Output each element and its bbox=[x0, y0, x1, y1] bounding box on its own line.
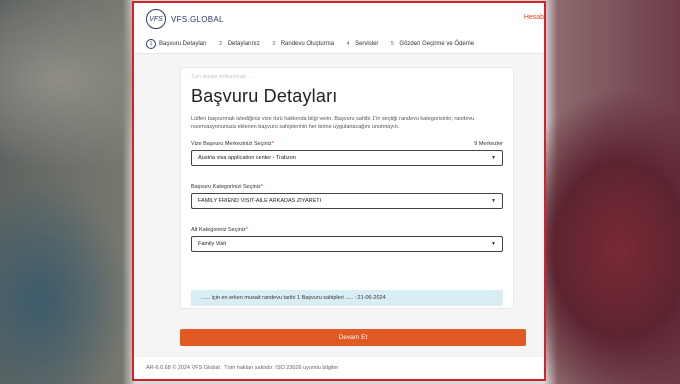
step-application-details: 1 Başvuru Detayları bbox=[146, 39, 207, 49]
vfs-logo[interactable]: VFS VFS.GLOBAL bbox=[146, 9, 224, 29]
logo-text: VFS.GLOBAL bbox=[171, 14, 224, 24]
earliest-slot-alert: ...... için en erken musait randevu tari… bbox=[191, 290, 503, 306]
step-review-payment: 5 Gözden Geçirme ve Ödeme bbox=[388, 40, 474, 48]
category-select[interactable]: FAMILY FRIEND VISIT-AILE ARKADAS ZIYARET… bbox=[191, 193, 503, 209]
step-services: 4 Servisler bbox=[344, 40, 379, 48]
center-select[interactable]: Austria visa application center - Trabzo… bbox=[191, 150, 503, 166]
required-note: Tüm alanlar doldurulmalı ... bbox=[191, 74, 252, 80]
center-count: 9 Merkezler bbox=[474, 141, 503, 147]
step-label: Servisler bbox=[355, 41, 379, 47]
browser-frame: VFS VFS.GLOBAL Hesabı 1 Başvuru Detaylar… bbox=[132, 1, 546, 381]
step-number: 3 bbox=[272, 41, 276, 47]
subcategory-label: Alt Kategoriniz Seçiniz* bbox=[191, 227, 248, 233]
page-footer: AR-6.0.68 © 2024 VFS Global . Tüm haklar… bbox=[134, 356, 544, 379]
main-content: Tüm alanlar doldurulmalı ... Başvuru Det… bbox=[134, 54, 544, 357]
chevron-down-icon: ▼ bbox=[491, 155, 496, 161]
category-select-value: FAMILY FRIEND VISIT-AILE ARKADAS ZIYARET… bbox=[198, 198, 322, 204]
account-link[interactable]: Hesabı bbox=[524, 14, 544, 21]
step-your-details: 2 Detaylarınız bbox=[217, 40, 260, 48]
page-description: Lütfen başvurmak istediğiniz vize türü h… bbox=[191, 116, 475, 130]
step-label: Başvuru Detayları bbox=[159, 41, 207, 47]
step-number: 5 bbox=[391, 41, 394, 47]
chevron-down-icon: ▼ bbox=[491, 241, 496, 247]
category-label: Başvuru Kategorinizi Seçiniz* bbox=[191, 184, 263, 190]
page-title: Başvuru Detayları bbox=[191, 86, 338, 106]
subcategory-select-value: Family Visit bbox=[198, 241, 227, 247]
center-label-row: Vize Başvuru Merkezinizi Seçiniz* 9 Merk… bbox=[191, 141, 503, 147]
subcategory-select[interactable]: Family Visit ▼ bbox=[191, 236, 503, 252]
step-number: 2 bbox=[219, 41, 223, 47]
logo-mark-icon: VFS bbox=[146, 9, 166, 29]
center-label: Vize Başvuru Merkezinizi Seçiniz* bbox=[191, 141, 274, 147]
step-number: 4 bbox=[346, 41, 350, 47]
continue-button[interactable]: Devam Et bbox=[180, 329, 526, 346]
step-label: Gözden Geçirme ve Ödeme bbox=[399, 41, 475, 47]
site-header: VFS VFS.GLOBAL Hesabı bbox=[134, 3, 544, 35]
step-number: 1 bbox=[146, 39, 156, 49]
step-label: Randevu Oluşturma bbox=[280, 41, 335, 47]
step-book-appointment: 3 Randevu Oluşturma bbox=[270, 40, 334, 48]
chevron-down-icon: ▼ bbox=[491, 198, 496, 204]
step-label: Detaylarınız bbox=[227, 41, 260, 47]
form-card: Tüm alanlar doldurulmalı ... Başvuru Det… bbox=[180, 67, 514, 309]
progress-steps: 1 Başvuru Detayları 2 Detaylarınız 3 Ran… bbox=[134, 35, 544, 54]
center-select-value: Austria visa application center - Trabzo… bbox=[198, 155, 296, 161]
